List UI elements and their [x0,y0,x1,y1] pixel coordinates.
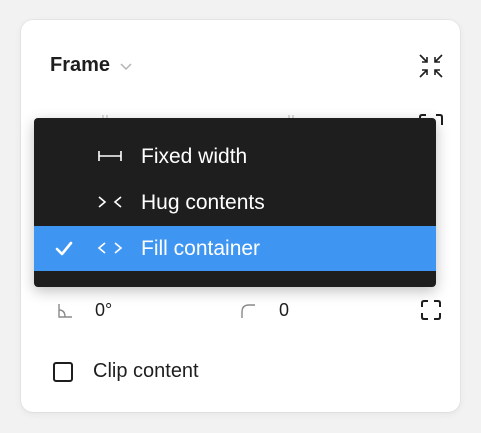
rotation-angle-icon [58,304,72,318]
menu-item-fixed-width[interactable]: Fixed width [34,134,436,179]
menu-item-label: Hug contents [141,191,265,214]
corner-radius-icon [241,304,255,318]
corner-radius-value[interactable]: 0 [279,300,289,321]
clip-content-checkbox[interactable] [53,361,73,382]
clip-content-toggle[interactable]: Clip content [53,360,199,383]
menu-item-label: Fill container [141,237,261,260]
chevron-down-icon [120,62,132,70]
menu-item-label: Fixed width [141,145,248,168]
menu-item-fill-container[interactable]: Fill container [34,226,436,271]
rotation-radius-row: 0° 0 [21,296,460,326]
fixed-width-icon [98,151,122,161]
menu-item-hug-contents[interactable]: Hug contents [34,180,436,225]
checkmark-icon [55,241,73,256]
frame-title: Frame [50,54,111,76]
collapse-arrows-icon[interactable] [417,52,445,80]
rotation-value[interactable]: 0° [95,300,112,321]
clip-content-label: Clip content [93,360,199,382]
fill-container-icon [97,242,123,254]
resizing-dropdown-menu: Fixed width Hug contents Fill container [34,118,436,287]
independent-corners-icon[interactable] [419,298,443,322]
frame-type-dropdown[interactable]: Frame [50,54,134,77]
hug-contents-icon [98,196,122,208]
